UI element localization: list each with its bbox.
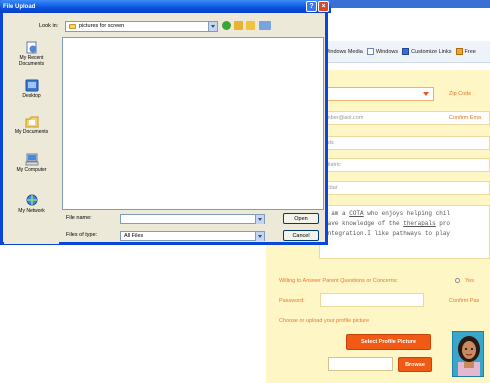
link-customize-links[interactable]: Customize Links <box>402 48 452 55</box>
recent-documents-icon <box>26 41 36 54</box>
up-folder-icon[interactable] <box>234 21 243 30</box>
views-menu-icon[interactable] <box>259 21 271 30</box>
screen: { "dialog": { "title": "File Upload", "h… <box>0 0 490 383</box>
files-of-type-label: Files of type: <box>66 232 98 238</box>
yes-radio[interactable] <box>455 278 460 283</box>
places-bar: My Recent Documents Desktop My Documents… <box>4 37 59 244</box>
place-label: My Network <box>18 208 45 214</box>
chevron-down-icon[interactable] <box>255 232 264 241</box>
close-button[interactable]: × <box>318 1 329 12</box>
help-button[interactable]: ? <box>306 1 317 12</box>
file-name-input[interactable] <box>120 214 265 224</box>
files-of-type-dropdown[interactable]: All Files <box>120 231 265 241</box>
dropdown-arrow-icon <box>423 92 429 96</box>
select-profile-picture-button[interactable]: Select Profile Picture <box>346 334 431 350</box>
customize-links-label: Customize Links <box>411 48 452 55</box>
zip-code-label: Zip Code <box>449 91 472 97</box>
windows-label: Windows <box>375 48 399 55</box>
cancel-button[interactable]: Cancel <box>283 230 319 241</box>
avatar-illustration <box>453 332 483 376</box>
text-field-2[interactable]: ediatric <box>319 158 490 172</box>
desktop-icon <box>25 79 38 92</box>
state-dropdown[interactable] <box>319 87 434 101</box>
place-label: Documents <box>18 61 45 67</box>
text-field-1[interactable]: Kids <box>319 136 490 150</box>
file-upload-dialog: File Upload ? × Look in: pictures for sc… <box>0 0 331 245</box>
willing-to-answer-label: Willing to Answer Parent Questions or Co… <box>279 278 398 284</box>
folder-icon <box>69 24 76 29</box>
text-field-3[interactable]: incitar <box>319 181 490 195</box>
look-in-dropdown[interactable]: pictures for screen <box>65 21 218 32</box>
my-documents-icon <box>25 116 38 128</box>
chevron-down-icon[interactable] <box>255 215 264 224</box>
yes-label: Yes <box>465 278 474 284</box>
link-windows[interactable]: Windows <box>366 48 399 55</box>
back-icon[interactable] <box>222 21 231 30</box>
confirm-password-label: Confirm Pas <box>449 298 480 304</box>
page-icon <box>366 48 374 55</box>
password-label: Password: <box>279 298 305 304</box>
file-name-label: File name: <box>66 215 92 221</box>
look-in-value: pictures for screen <box>79 23 125 29</box>
bio-text: therapals <box>403 220 436 227</box>
windows-media-label: Windows Media <box>324 48 363 55</box>
bio-line-1: I am a COTA who enjoys helping chil <box>324 209 485 219</box>
look-in-label: Look in: <box>39 23 59 29</box>
place-label: Desktop <box>22 93 41 99</box>
upload-prompt: Choose or upload your profile picture <box>279 318 370 324</box>
password-field[interactable] <box>320 293 424 307</box>
profile-avatar <box>452 331 484 377</box>
bio-text: have knowledge of the <box>324 220 404 227</box>
place-desktop[interactable]: Desktop <box>4 79 59 99</box>
place-my-computer[interactable]: My Computer <box>4 153 59 173</box>
link-windows-media[interactable]: Windows Media <box>324 49 363 55</box>
bio-textarea[interactable]: I am a COTA who enjoys helping chil have… <box>319 205 490 259</box>
dialog-titlebar[interactable]: File Upload ? × <box>0 0 331 13</box>
place-my-documents[interactable]: My Documents <box>4 115 59 135</box>
place-my-recent-documents[interactable]: My Recent Documents <box>4 41 59 67</box>
bio-text: COTA <box>349 210 364 217</box>
chevron-down-icon[interactable] <box>208 22 217 31</box>
place-label: My Computer <box>16 167 47 173</box>
place-label: My Documents <box>14 129 49 135</box>
new-folder-icon[interactable] <box>246 21 255 30</box>
bio-text: who enjoys helping chil <box>363 210 451 217</box>
browse-button[interactable]: Browse <box>398 357 432 372</box>
place-my-network[interactable]: My Network <box>4 194 59 214</box>
links-icon <box>402 48 410 55</box>
bio-line-3: integration.I like pathways to play <box>324 230 451 237</box>
dialog-title: File Upload <box>3 3 36 10</box>
bio-text: pro <box>435 220 451 227</box>
my-network-icon <box>26 194 37 206</box>
open-button[interactable]: Open <box>283 213 319 224</box>
files-of-type-value: All Files <box>124 233 144 239</box>
link-free[interactable]: Free <box>455 48 476 55</box>
confirm-email-label: Confirm Ema <box>449 115 482 121</box>
feed-icon <box>455 48 463 55</box>
browse-path-field[interactable] <box>328 357 393 371</box>
free-label: Free <box>464 48 476 55</box>
bio-line-2: have knowledge of the therapals pro <box>324 219 485 229</box>
file-list[interactable] <box>62 37 324 210</box>
my-computer-icon <box>25 153 38 166</box>
